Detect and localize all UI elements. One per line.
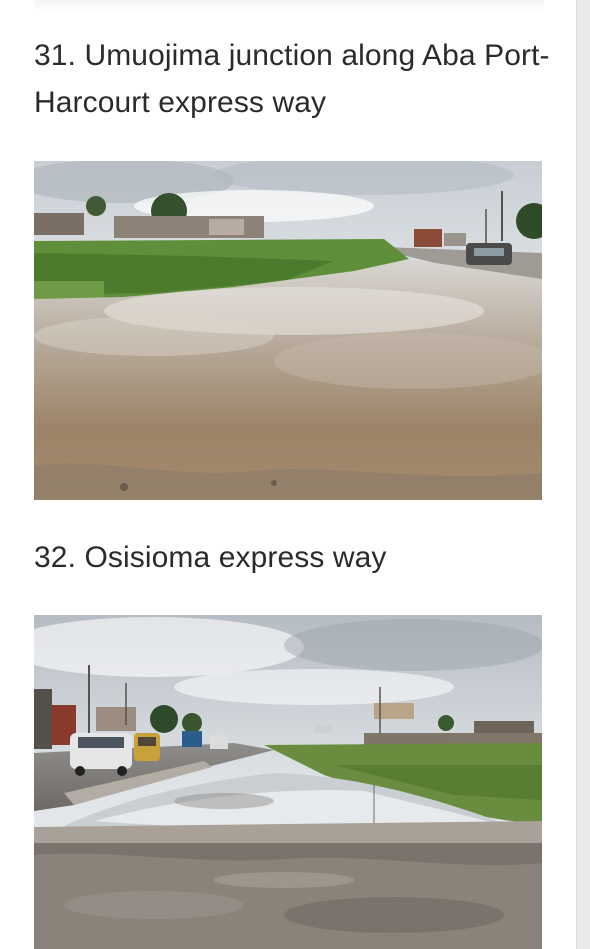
page: 31. Umuojima junction along Aba Port-Har… [0, 0, 590, 949]
previous-image-edge [34, 0, 544, 12]
flood-photo-32 [34, 615, 542, 949]
flood-photo-31 [34, 161, 542, 500]
page-scrollbar[interactable] [576, 0, 590, 949]
article-content: 31. Umuojima junction along Aba Port-Har… [0, 0, 576, 949]
item-heading-31: 31. Umuojima junction along Aba Port-Har… [34, 39, 550, 119]
item-heading-32: 32. Osisioma express way [34, 541, 387, 574]
